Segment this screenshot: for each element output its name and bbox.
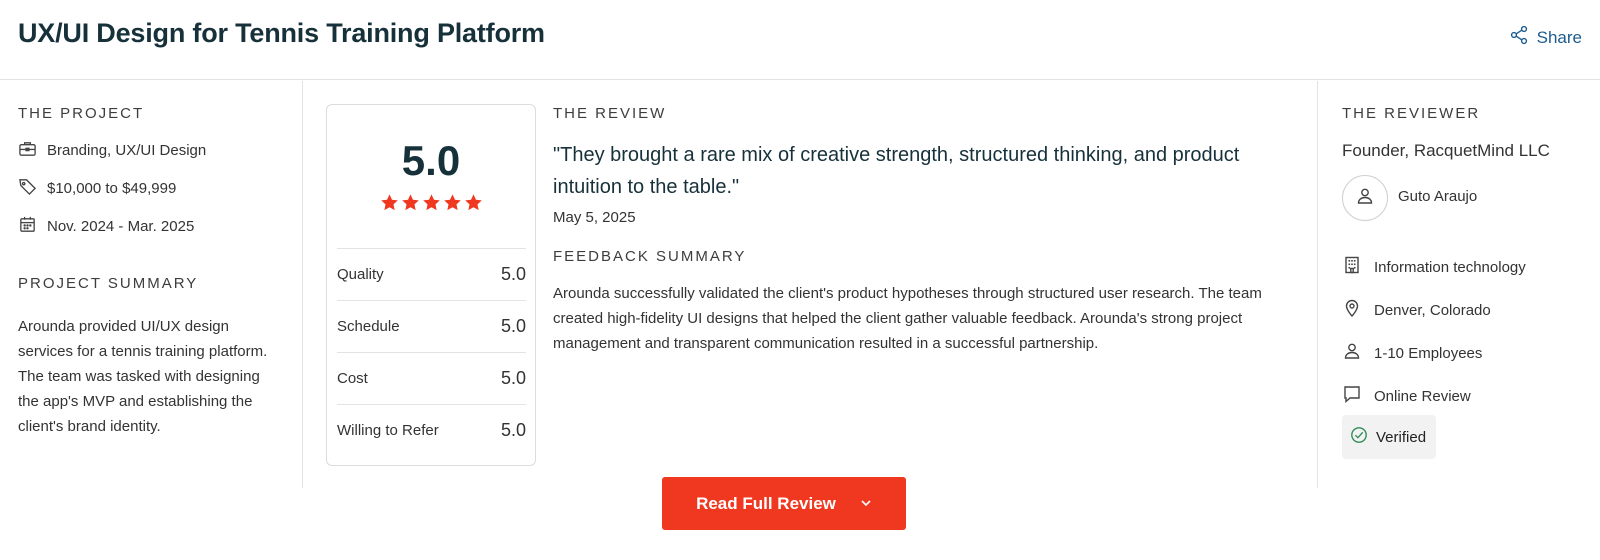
- calendar-icon: [18, 215, 37, 238]
- chat-bubble-icon: [1342, 384, 1362, 408]
- rating-row-value: 5.0: [500, 368, 526, 388]
- project-summary-label: PROJECT SUMMARY: [18, 275, 199, 292]
- rating-row-label: Cost: [337, 370, 368, 387]
- project-section-label: THE PROJECT: [18, 105, 145, 122]
- rating-row-label: Willing to Refer: [337, 422, 439, 439]
- briefcase-icon: [18, 139, 37, 162]
- overall-score: 5.0: [401, 137, 461, 184]
- rating-row: Willing to Refer 5.0: [337, 404, 526, 456]
- reviewer-location-text: Denver, Colorado: [1374, 301, 1491, 319]
- review-section-label: THE REVIEW: [553, 105, 667, 122]
- rating-row: Cost 5.0: [337, 352, 526, 404]
- rating-card: 5.0 Quality 5.0 Schedule 5.0 Cost 5.0 Willing …: [326, 104, 536, 466]
- verified-label: Verified: [1376, 428, 1427, 446]
- project-summary-text: Arounda provided UI/UX design services f…: [18, 318, 268, 435]
- star-icon: [380, 193, 399, 217]
- project-column: THE PROJECT Branding, UX/UI Design $10,0…: [0, 81, 303, 488]
- star-icon: [422, 193, 441, 217]
- user-icon: [1355, 186, 1375, 211]
- reviewer-name: Guto Araujo: [1398, 188, 1478, 205]
- share-icon: [1509, 25, 1529, 50]
- read-full-review-label: Read Full Review: [696, 493, 836, 513]
- star-rating: [327, 193, 535, 217]
- reviewer-review-type-text: Online Review: [1374, 387, 1471, 405]
- project-dates: Nov. 2024 - Mar. 2025: [18, 215, 194, 238]
- reviewer-review-type: Online Review: [1342, 384, 1471, 408]
- verified-badge: Verified: [1342, 415, 1436, 459]
- page-title: UX/UI Design for Tennis Training Platfor…: [18, 18, 545, 48]
- building-icon: [1342, 255, 1362, 279]
- rating-row-label: Quality: [337, 266, 384, 283]
- page-header: UX/UI Design for Tennis Training Platfor…: [0, 0, 1600, 80]
- chevron-down-icon: [860, 494, 872, 514]
- rating-row: Schedule 5.0: [337, 300, 526, 352]
- project-budget-text: $10,000 to $49,999: [47, 180, 177, 197]
- project-budget: $10,000 to $49,999: [18, 177, 176, 200]
- project-dates-text: Nov. 2024 - Mar. 2025: [47, 218, 195, 235]
- reviewer-title: Founder, RacquetMind LLC: [1342, 141, 1550, 160]
- star-icon: [443, 193, 462, 217]
- review-date: May 5, 2025: [553, 209, 636, 226]
- project-service-text: Branding, UX/UI Design: [47, 142, 207, 159]
- share-label: Share: [1536, 27, 1582, 47]
- share-button[interactable]: Share: [1509, 25, 1582, 50]
- rating-row-label: Schedule: [337, 318, 400, 335]
- reviewer-column: THE REVIEWER Founder, RacquetMind LLC Gu…: [1317, 81, 1600, 488]
- star-icon: [464, 193, 483, 217]
- read-full-review-button[interactable]: Read Full Review: [662, 477, 906, 530]
- rating-row-value: 5.0: [500, 420, 526, 440]
- location-pin-icon: [1342, 298, 1362, 322]
- avatar: [1342, 175, 1388, 221]
- rating-row-value: 5.0: [500, 264, 526, 284]
- reviewer-industry-text: Information technology: [1374, 258, 1526, 276]
- tag-icon: [18, 177, 37, 200]
- rating-row: Quality 5.0: [337, 248, 526, 300]
- user-icon: [1342, 341, 1362, 365]
- project-service: Branding, UX/UI Design: [18, 139, 206, 162]
- rating-row-value: 5.0: [500, 316, 526, 336]
- star-icon: [401, 193, 420, 217]
- feedback-summary-label: FEEDBACK SUMMARY: [553, 248, 747, 265]
- review-column: 5.0 Quality 5.0 Schedule 5.0 Cost 5.0 Willing …: [303, 81, 1317, 488]
- review-quote: "They brought a rare mix of creative str…: [553, 144, 1240, 198]
- reviewer-industry: Information technology: [1342, 255, 1526, 279]
- reviewer-company-size: 1-10 Employees: [1342, 341, 1482, 365]
- reviewer-location: Denver, Colorado: [1342, 298, 1491, 322]
- feedback-summary-text: Arounda successfully validated the clien…: [553, 285, 1262, 352]
- reviewer-section-label: THE REVIEWER: [1342, 105, 1481, 122]
- reviewer-company-size-text: 1-10 Employees: [1374, 344, 1483, 362]
- check-circle-icon: [1350, 426, 1368, 448]
